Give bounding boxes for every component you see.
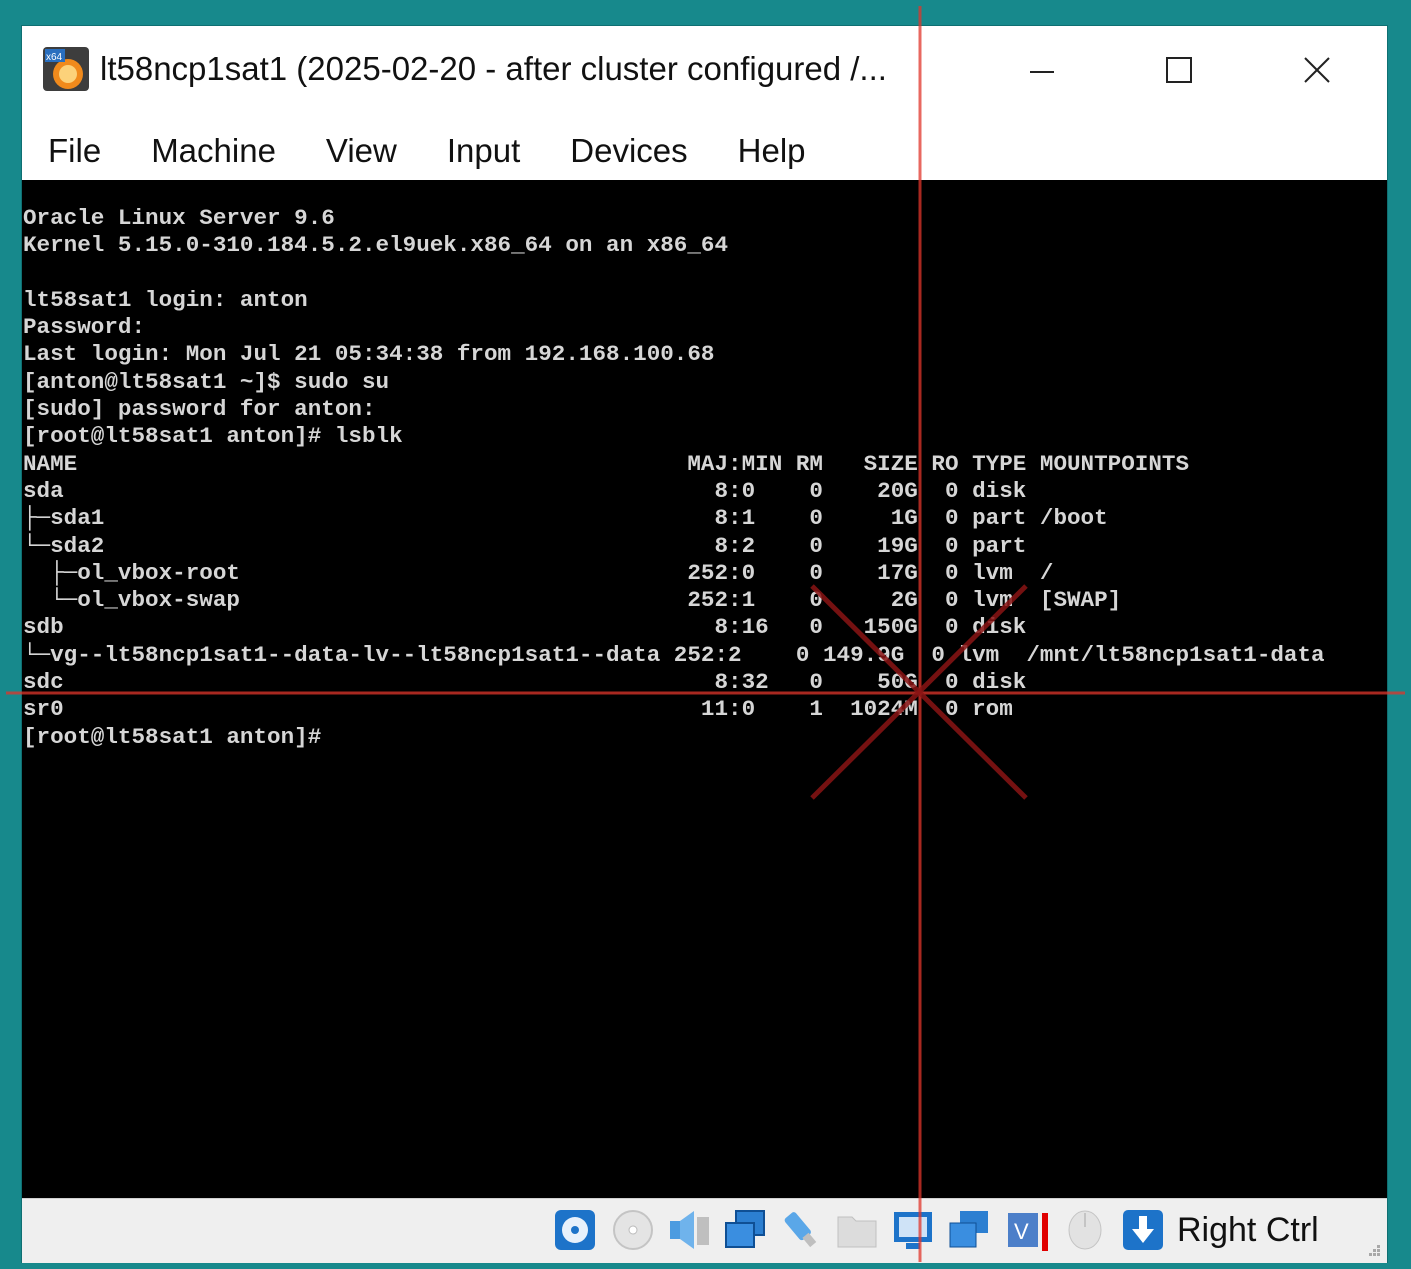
menu-devices[interactable]: Devices <box>545 122 712 180</box>
menu-machine[interactable]: Machine <box>126 122 301 180</box>
recording-icon[interactable] <box>946 1207 992 1253</box>
audio-icon[interactable] <box>666 1207 712 1253</box>
menu-bar: File Machine View Input Devices Help <box>22 122 1387 180</box>
mouse-integration-icon[interactable] <box>1062 1207 1108 1253</box>
console-line: ├─sda1 8:1 0 1G 0 part /boot <box>23 505 1108 532</box>
maximize-button[interactable] <box>1149 44 1209 96</box>
vrde-icon[interactable]: V <box>1004 1207 1050 1253</box>
virtualbox-app-icon: x64 <box>43 47 89 91</box>
console-line: Password: <box>23 314 146 341</box>
resize-grip-icon[interactable] <box>1365 1241 1381 1257</box>
menu-view[interactable]: View <box>301 122 422 180</box>
menu-input[interactable]: Input <box>422 122 545 180</box>
console-line: NAME MAJ:MIN RM SIZE RO TYPE MOUNTPOINTS <box>23 450 1190 477</box>
console-line: lt58sat1 login: anton <box>23 286 308 313</box>
console-line: Kernel 5.15.0-310.184.5.2.el9uek.x86_64 … <box>23 232 729 259</box>
shared-folder-icon[interactable] <box>834 1207 880 1253</box>
close-icon <box>1304 57 1330 83</box>
keyboard-capture-icon[interactable] <box>1120 1207 1166 1253</box>
console-line: ├─ol_vbox-root 252:0 0 17G 0 lvm / <box>23 559 1054 586</box>
console-line: └─sda2 8:2 0 19G 0 part <box>23 532 1027 559</box>
svg-text:x64: x64 <box>46 52 63 63</box>
menu-file[interactable]: File <box>22 122 126 180</box>
console-line: sda 8:0 0 20G 0 disk <box>23 477 1027 504</box>
console-line: └─vg--lt58ncp1sat1--data-lv--lt58ncp1sat… <box>23 641 1325 668</box>
hard-disk-icon[interactable] <box>552 1207 598 1253</box>
display-icon[interactable] <box>890 1207 936 1253</box>
window-title: lt58ncp1sat1 (2025-02-20 - after cluster… <box>100 50 887 87</box>
title-bar[interactable]: x64 lt58ncp1sat1 (2025-02-20 - after clu… <box>22 26 1387 116</box>
console-line: sr0 11:0 1 1024M 0 rom <box>23 696 1013 723</box>
console-line: [root@lt58sat1 anton]# lsblk <box>23 423 403 450</box>
maximize-icon <box>1166 57 1192 83</box>
svg-text:V: V <box>1014 1219 1029 1244</box>
console-line: [sudo] password for anton: <box>23 396 376 423</box>
usb-icon[interactable] <box>778 1207 824 1253</box>
console-line: [anton@lt58sat1 ~]$ sudo su <box>23 368 390 395</box>
console-line: └─ol_vbox-swap 252:1 0 2G 0 lvm [SWAP] <box>23 587 1122 614</box>
network-icon[interactable] <box>722 1207 768 1253</box>
console-line: Last login: Mon Jul 21 05:34:38 from 192… <box>23 341 715 368</box>
console-line: sdc 8:32 0 50G 0 disk <box>23 669 1027 696</box>
vm-console-screen[interactable]: Oracle Linux Server 9.6 Kernel 5.15.0-31… <box>22 180 1387 1198</box>
optical-drive-icon[interactable] <box>610 1207 656 1253</box>
host-key-label: Right Ctrl <box>1177 1211 1319 1249</box>
vm-window: x64 lt58ncp1sat1 (2025-02-20 - after clu… <box>22 26 1387 1263</box>
minimize-icon <box>1030 71 1054 73</box>
console-output: Oracle Linux Server 9.6 Kernel 5.15.0-31… <box>23 205 1325 751</box>
console-line: sdb 8:16 0 150G 0 disk <box>23 614 1027 641</box>
console-line: [root@lt58sat1 anton]# <box>23 723 322 750</box>
status-bar: V Right Ctrl <box>22 1198 1387 1263</box>
menu-help[interactable]: Help <box>713 122 831 180</box>
console-line: Oracle Linux Server 9.6 <box>23 205 335 231</box>
close-button[interactable] <box>1287 44 1347 96</box>
minimize-button[interactable] <box>1012 44 1072 96</box>
